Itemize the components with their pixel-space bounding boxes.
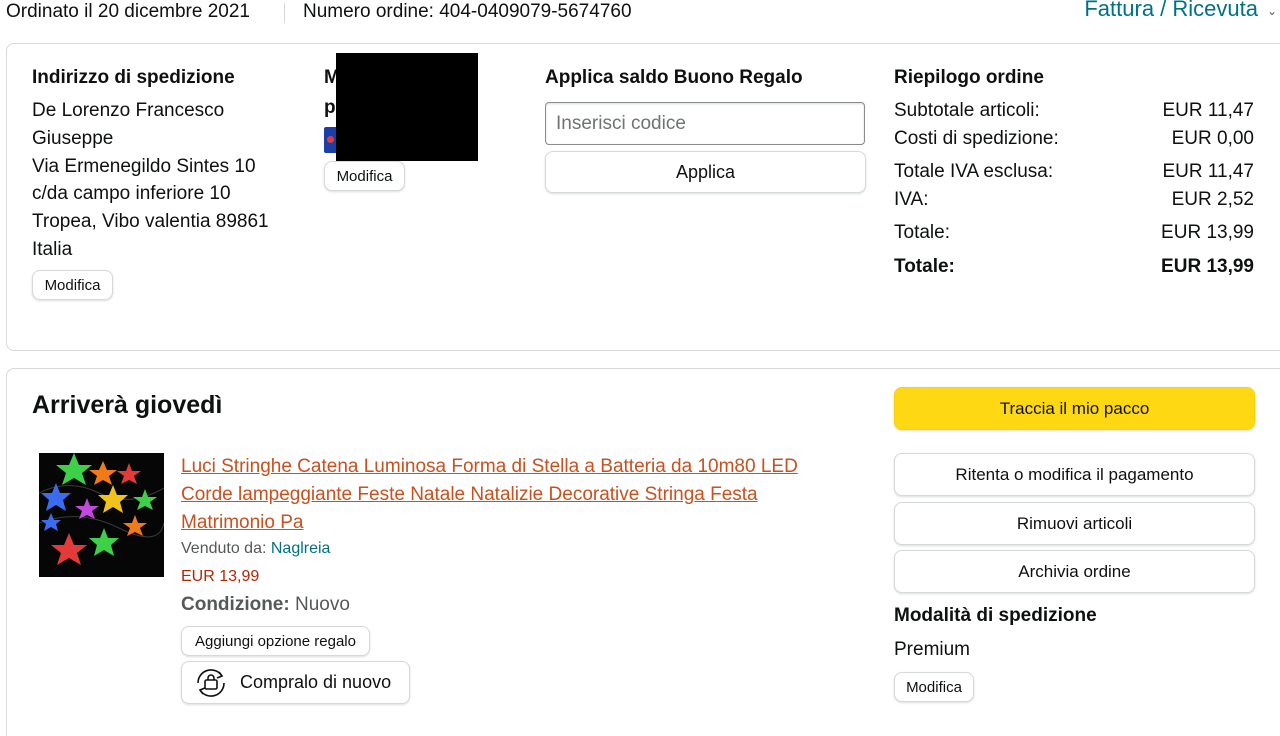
add-gift-option-button[interactable]: Aggiungi opzione regalo (181, 626, 370, 656)
buy-again-label: Compralo di nuovo (240, 672, 392, 692)
edit-address-button[interactable]: Modifica (32, 270, 113, 300)
summary-value: EUR 11,47 (1162, 161, 1254, 182)
redaction-block (336, 53, 478, 161)
apply-gift-button[interactable]: Applica (545, 151, 866, 193)
edit-payment-button[interactable]: Modifica (324, 161, 405, 191)
product-title-link[interactable]: Luci Stringhe Catena Luminosa Forma di S… (181, 453, 831, 537)
order-number: Numero ordine: 404-0409079-5674760 (303, 1, 632, 22)
header-divider (284, 3, 285, 23)
shipping-method-heading: Modalità di spedizione (894, 605, 1097, 626)
address-line: Tropea, Vibo valentia 89861 (32, 211, 269, 232)
summary-value: EUR 2,52 (1171, 189, 1254, 210)
sold-by-label: Venduto da: (181, 540, 271, 557)
product-condition: Condizione: Nuovo (181, 594, 350, 616)
summary-value: EUR 11,47 (1162, 100, 1254, 121)
shipping-method-value: Premium (894, 639, 971, 660)
address-line: c/da campo inferiore 10 (32, 183, 231, 204)
archive-order-button[interactable]: Archivia ordine (894, 550, 1255, 593)
gift-code-input[interactable] (545, 102, 865, 145)
address-line: Via Ermenegildo Sintes 10 (32, 156, 256, 177)
summary-label: Totale: (894, 222, 950, 243)
address-line: De Lorenzo Francesco (32, 100, 225, 121)
condition-label: Condizione: (181, 594, 290, 615)
summary-grand-total-value: EUR 13,99 (1161, 256, 1254, 277)
edit-shipping-method-button[interactable]: Modifica (894, 672, 974, 702)
summary-label: Totale IVA esclusa: (894, 161, 1054, 182)
sold-by: Venduto da: Naglreia (181, 540, 330, 558)
star-lights-image (39, 453, 164, 577)
invoice-link[interactable]: Fattura / Ricevuta (1084, 0, 1258, 22)
summary-label: IVA: (894, 189, 929, 210)
shipping-address-heading: Indirizzo di spedizione (32, 67, 235, 88)
track-package-button[interactable]: Traccia il mio pacco (894, 387, 1255, 430)
condition-value: Nuovo (294, 594, 350, 615)
seller-link[interactable]: Naglreia (271, 540, 331, 557)
order-header: Ordinato il 20 dicembre 2021 Numero ordi… (0, 0, 1280, 28)
payment-heading-fragment: p (324, 97, 336, 118)
arrival-heading: Arriverà giovedì (32, 391, 223, 419)
summary-value: EUR 13,99 (1161, 222, 1254, 243)
retry-payment-button[interactable]: Ritenta o modifica il pagamento (894, 453, 1255, 496)
address-line: Giuseppe (32, 128, 114, 149)
remove-items-button[interactable]: Rimuovi articoli (894, 502, 1255, 545)
summary-label: Subtotale articoli: (894, 100, 1040, 121)
summary-grand-total-label: Totale: (894, 256, 955, 277)
product-price: EUR 13,99 (181, 568, 260, 585)
buy-again-icon (197, 668, 225, 697)
address-line: Italia (32, 239, 73, 260)
summary-label: Costi di spedizione: (894, 128, 1059, 149)
buy-again-button[interactable]: Compralo di nuovo (181, 661, 410, 704)
order-date: Ordinato il 20 dicembre 2021 (6, 1, 250, 22)
order-summary-heading: Riepilogo ordine (894, 67, 1044, 88)
product-image[interactable] (39, 453, 164, 577)
chevron-down-icon[interactable]: ⌄ (1267, 4, 1277, 18)
gift-card-heading: Applica saldo Buono Regalo (545, 67, 803, 88)
summary-value: EUR 0,00 (1171, 128, 1254, 149)
